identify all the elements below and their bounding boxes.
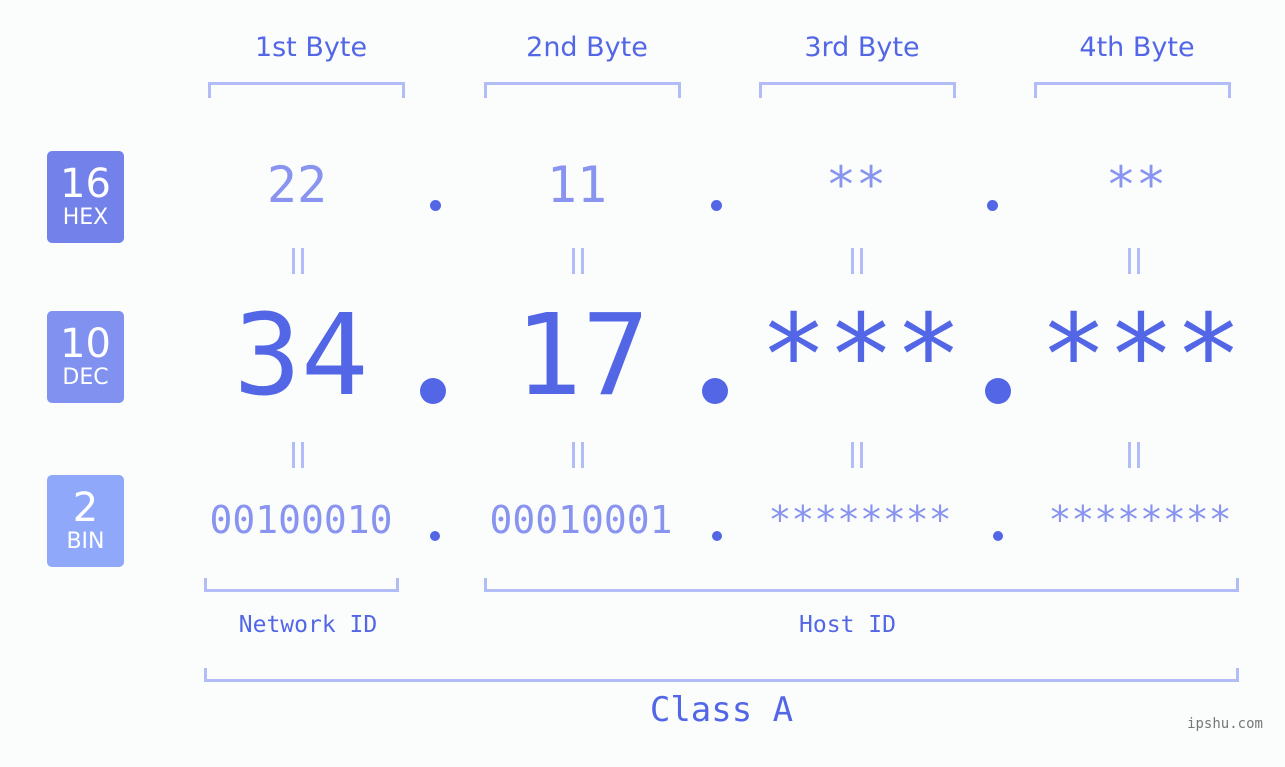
equals-icon <box>292 248 304 274</box>
host-id-label: Host ID <box>799 612 896 638</box>
dec-value-4: *** <box>1039 291 1243 421</box>
equals-icon <box>1128 248 1140 274</box>
bin-dot-2 <box>712 531 722 541</box>
host-id-bracket <box>484 578 1239 592</box>
dec-badge: 10 DEC <box>47 311 124 403</box>
class-label: Class A <box>649 690 794 730</box>
network-id-bracket <box>204 578 399 592</box>
hex-value-4: ** <box>1105 156 1167 214</box>
bin-value-2: 00010001 <box>489 498 673 542</box>
dec-value-1: 34 <box>233 291 369 421</box>
bin-dot-1 <box>430 531 440 541</box>
hex-value-3: ** <box>825 156 887 214</box>
dec-value-3: *** <box>759 291 963 421</box>
equals-icon <box>851 442 863 468</box>
class-bracket <box>204 668 1239 682</box>
equals-icon <box>1128 442 1140 468</box>
bin-dot-3 <box>993 531 1003 541</box>
byte-title-3: 3rd Byte <box>804 32 920 63</box>
hex-value-1: 22 <box>266 156 328 214</box>
bin-base-number: 2 <box>72 485 99 531</box>
hex-base-label: HEX <box>62 205 109 230</box>
hex-dot-3 <box>987 200 998 211</box>
network-id-label: Network ID <box>238 612 378 638</box>
bin-value-1: 00100010 <box>209 498 393 542</box>
bin-badge: 2 BIN <box>47 475 124 567</box>
hex-badge: 16 HEX <box>47 151 124 243</box>
bin-value-3: ******** <box>768 498 952 542</box>
bin-value-4: ******** <box>1048 498 1232 542</box>
dec-dot-2 <box>702 378 728 404</box>
equals-icon <box>851 248 863 274</box>
byte-bracket-4 <box>1034 82 1231 98</box>
equals-icon <box>292 442 304 468</box>
dec-base-label: DEC <box>62 365 109 390</box>
dec-value-2: 17 <box>514 291 650 421</box>
dec-dot-3 <box>985 378 1011 404</box>
byte-bracket-1 <box>208 82 405 98</box>
bin-base-label: BIN <box>66 529 105 554</box>
equals-icon <box>572 442 584 468</box>
hex-dot-1 <box>430 200 441 211</box>
byte-title-2: 2nd Byte <box>526 32 648 63</box>
byte-title-1: 1st Byte <box>254 32 368 63</box>
hex-dot-2 <box>711 200 722 211</box>
watermark: ipshu.com <box>1187 716 1263 732</box>
hex-value-2: 11 <box>546 156 608 214</box>
byte-bracket-3 <box>759 82 956 98</box>
hex-base-number: 16 <box>60 161 111 207</box>
byte-title-4: 4th Byte <box>1079 32 1195 63</box>
dec-dot-1 <box>420 378 446 404</box>
byte-bracket-2 <box>484 82 681 98</box>
dec-base-number: 10 <box>60 321 111 367</box>
equals-icon <box>572 248 584 274</box>
